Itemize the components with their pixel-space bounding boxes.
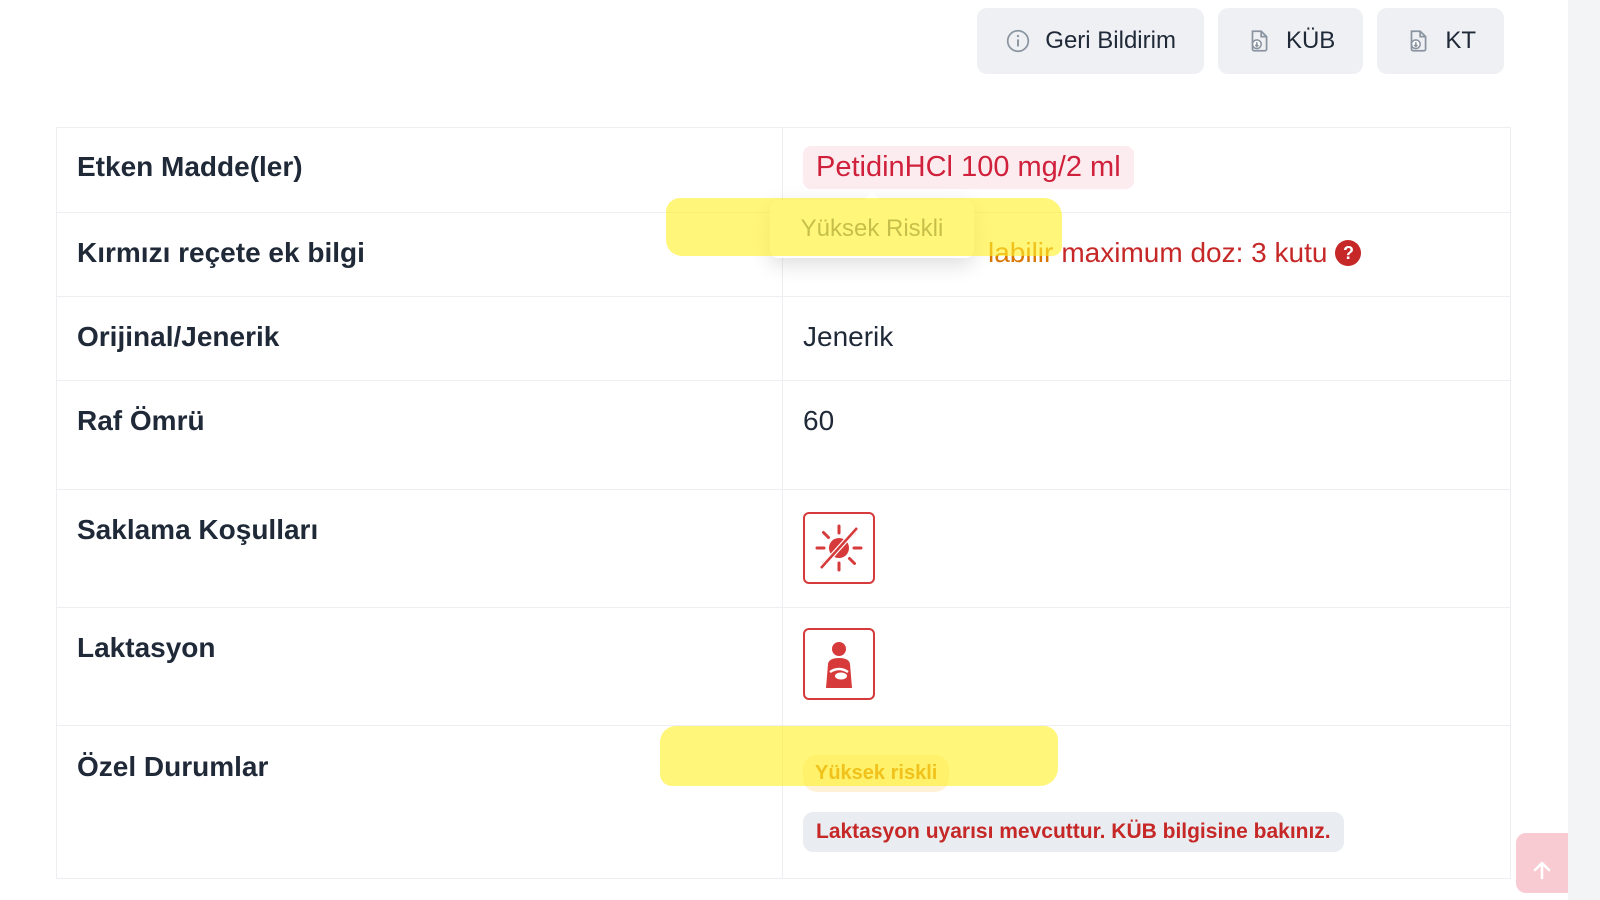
page-scrollbar-track[interactable] [1568, 0, 1600, 900]
lactation-warning-badge: Laktasyon uyarısı mevcuttur. KÜB bilgisi… [803, 812, 1344, 852]
breastfeeding-icon[interactable] [803, 628, 875, 700]
ingredient-dose: 100 mg/2 ml [961, 151, 1121, 183]
kt-button-label: KT [1445, 27, 1476, 54]
kt-button[interactable]: KT [1377, 8, 1504, 74]
row-label: Özel Durumlar [57, 726, 783, 878]
scroll-to-top-button[interactable] [1516, 833, 1568, 893]
toolbar: Geri Bildirim KÜB KT [977, 8, 1504, 74]
row-value: Jenerik [803, 321, 894, 352]
max-dose-text: labilir maximum doz: 3 kutu ? [988, 237, 1362, 269]
row-value [783, 608, 1510, 725]
max-dose-main: maximum doz: 3 kutu [1061, 237, 1328, 268]
table-row-storage: Saklama Koşulları [57, 490, 1510, 608]
kub-button[interactable]: KÜB [1217, 8, 1364, 74]
row-value: Yüksek riskli Laktasyon uyarısı mevcuttu… [783, 726, 1510, 878]
high-risk-badge: Yüksek riskli [803, 755, 950, 792]
question-icon[interactable]: ? [1335, 240, 1362, 266]
table-row-special-conditions: Özel Durumlar Yüksek riskli Laktasyon uy… [57, 726, 1510, 879]
row-label: Saklama Koşulları [57, 490, 783, 607]
row-value [783, 490, 1510, 607]
table-row-lactation: Laktasyon [57, 608, 1510, 726]
document-download-icon [1246, 28, 1272, 54]
ingredient-name: PetidinHCl [816, 151, 953, 183]
table-row-shelf-life: Raf Ömrü 60 [57, 381, 1510, 490]
arrow-up-icon [1530, 858, 1554, 887]
document-download-icon [1405, 28, 1431, 54]
feedback-button-label: Geri Bildirim [1045, 27, 1176, 54]
table-row-original-generic: Orijinal/Jenerik Jenerik [57, 297, 1510, 381]
row-label: Orijinal/Jenerik [57, 297, 783, 380]
row-value: 60 [803, 405, 835, 436]
no-sunlight-icon[interactable] [803, 512, 875, 584]
active-ingredient-pill[interactable]: PetidinHCl 100 mg/2 ml [803, 146, 1134, 189]
feedback-button[interactable]: Geri Bildirim [977, 8, 1204, 74]
info-icon [1005, 28, 1031, 54]
row-label: Etken Madde(ler) [57, 128, 783, 212]
high-risk-tooltip: Yüksek Riskli [770, 192, 974, 258]
row-label: Raf Ömrü [57, 381, 783, 489]
row-label: Kırmızı reçete ek bilgi [57, 213, 783, 296]
row-label: Laktasyon [57, 608, 783, 725]
max-dose-prefix: labilir [988, 237, 1054, 268]
kub-button-label: KÜB [1285, 27, 1336, 54]
